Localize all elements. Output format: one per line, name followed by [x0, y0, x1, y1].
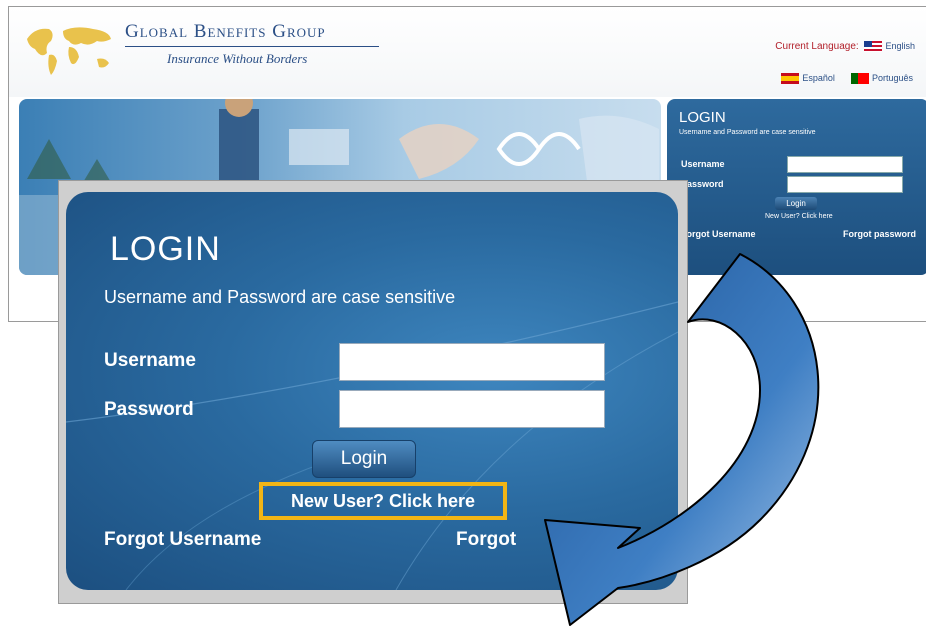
curved-arrow-icon	[544, 253, 820, 626]
